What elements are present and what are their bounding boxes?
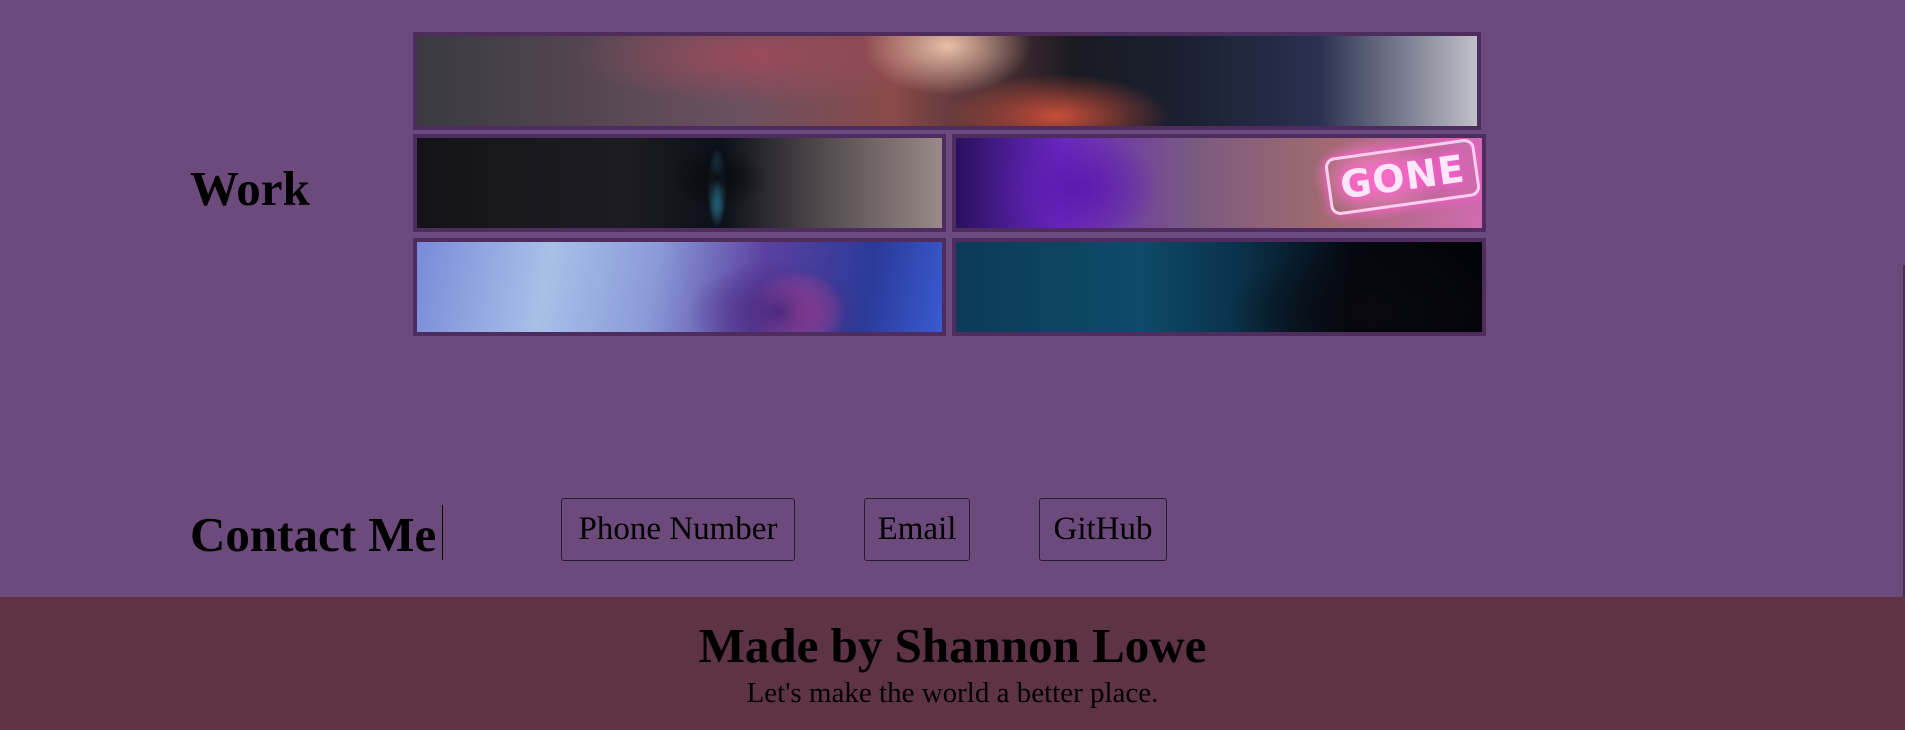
- main-content: Work GONE Contact Me Phone Number Email …: [0, 0, 1905, 597]
- footer: Made by Shannon Lowe Let's make the worl…: [0, 597, 1905, 730]
- work-tile-1[interactable]: [413, 32, 1481, 130]
- contact-heading: Contact Me: [190, 507, 437, 562]
- neon-sign-text: GONE: [1323, 138, 1482, 217]
- footer-title: Made by Shannon Lowe: [698, 618, 1207, 673]
- work-heading: Work: [190, 161, 310, 216]
- work-tile-2[interactable]: [413, 134, 946, 232]
- github-button[interactable]: GitHub: [1039, 498, 1167, 561]
- page: Work GONE Contact Me Phone Number Email …: [0, 0, 1905, 730]
- work-tile-3[interactable]: GONE: [952, 134, 1486, 232]
- phone-number-button[interactable]: Phone Number: [561, 498, 795, 561]
- footer-tagline: Let's make the world a better place.: [746, 677, 1159, 709]
- work-tile-4[interactable]: [413, 238, 946, 336]
- email-button[interactable]: Email: [864, 498, 970, 561]
- text-caret: [442, 505, 443, 560]
- work-tile-5[interactable]: [952, 238, 1486, 336]
